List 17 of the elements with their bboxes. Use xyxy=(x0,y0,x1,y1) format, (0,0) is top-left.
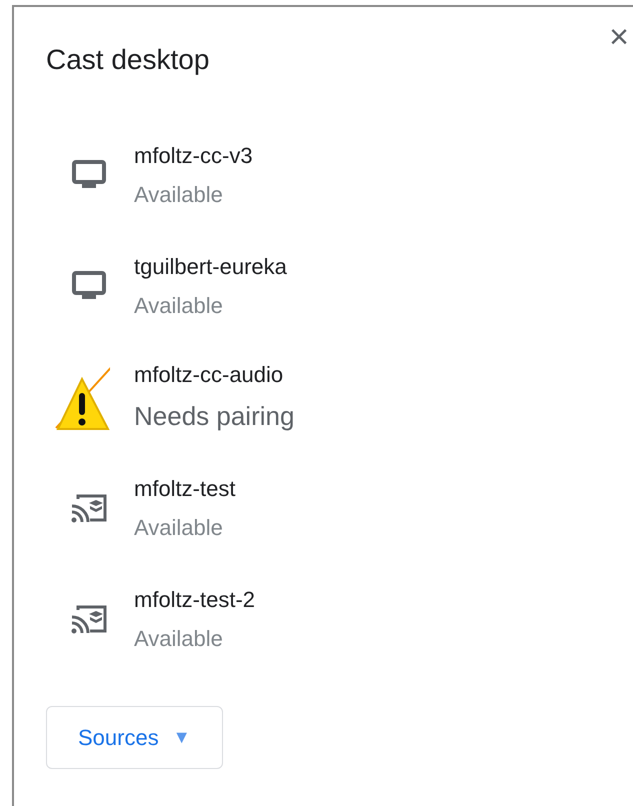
device-name[interactable]: tguilbert-eureka xyxy=(134,250,287,282)
device-name[interactable]: mfoltz-cc-v3 xyxy=(134,138,253,172)
device-name[interactable]: mfoltz-test-2 xyxy=(134,582,256,616)
device-name[interactable]: mfoltz-test xyxy=(134,472,236,504)
cast-icon xyxy=(70,492,108,524)
close-button[interactable]: × xyxy=(604,17,633,57)
device-name[interactable]: mfoltz-cc-audio xyxy=(134,358,294,390)
device-status: Available xyxy=(134,624,224,652)
cast-icon xyxy=(70,602,108,634)
device-status: Available xyxy=(134,180,224,208)
device-status: Needs pairing xyxy=(134,400,294,432)
dialog-title: Cast desktop xyxy=(46,43,210,77)
device-status: Available xyxy=(134,292,224,320)
sources-button[interactable]: Sources ▼ xyxy=(46,706,223,769)
device-status: Available xyxy=(134,514,224,542)
monitor-icon xyxy=(72,160,106,190)
monitor-icon xyxy=(72,270,106,300)
